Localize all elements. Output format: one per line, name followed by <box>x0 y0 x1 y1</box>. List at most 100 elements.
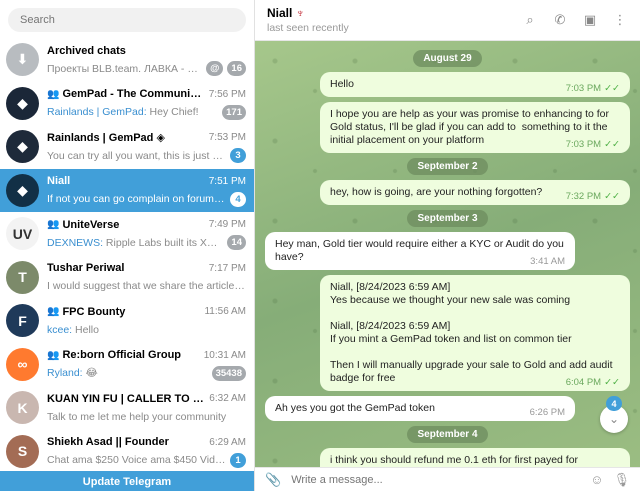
chat-item[interactable]: S Shiekh Asad || Founder 6:29 AM Chat ama $… <box>0 430 254 474</box>
chat-item-bottom-row: Проекты BLB.team. ЛАВКА - ВИТ... @16 <box>47 61 246 77</box>
unread-badge: 171 <box>222 104 246 120</box>
sidebar-toggle-icon[interactable]: ▣ <box>582 12 598 28</box>
chat-item[interactable]: ∞ 👥 Re:born Official Group 10:31 AM Ryland: … <box>0 343 254 387</box>
outgoing-message[interactable]: Niall, [8/24/2023 6:59 AM] Yes because w… <box>320 275 630 391</box>
chat-item[interactable]: ⬇ Archived chats Проекты BLB.team. ЛАВКА -… <box>0 38 254 82</box>
message-meta: 6:26 PM <box>530 406 565 419</box>
message-area[interactable]: August 29 Hello 7:03 PM ✓✓ I hope you are he… <box>255 41 640 467</box>
emoji-icon[interactable]: ☺ <box>590 472 603 487</box>
chat-item-body: 👥GemPad - The Community's Lau...7:56 PM R… <box>47 86 246 120</box>
chat-item-name: Rainlands | GemPad ◈ <box>47 132 165 145</box>
chat-item-time: 7:56 PM <box>208 88 246 100</box>
avatar: ◆ <box>6 86 39 120</box>
search-input[interactable] <box>8 8 246 32</box>
chat-item-top-row: 👥 Re:born Official Group 10:31 AM <box>47 347 246 363</box>
chat-item-body: Archived chats Проекты BLB.team. ЛАВКА - … <box>47 43 246 77</box>
chat-item[interactable]: K KUAN YIN FU | CALLER TO HEA... 6:32 AM Ta… <box>0 386 254 430</box>
composer: 📎 ☺ 🎙 <box>255 467 640 491</box>
outgoing-message[interactable]: Hello 7:03 PM ✓✓ <box>320 72 630 97</box>
chat-item-preview-text: Hey Chief! <box>146 106 199 119</box>
chat-item-sender: kcee: <box>47 323 73 336</box>
update-telegram-button[interactable]: Update Telegram <box>0 471 254 491</box>
chat-item-time: 10:31 AM <box>203 349 246 361</box>
chat-item-name: Tushar Periwal <box>47 262 125 275</box>
chat-item-preview-text: Ripple Labs built its XRP toke... <box>105 236 224 249</box>
chat-item-preview-text: Проекты BLB.team. ЛАВКА - ВИТ... <box>47 62 203 75</box>
message-text: hey, how is going, are your nothing forg… <box>330 186 543 198</box>
more-icon[interactable]: ⋮ <box>612 12 628 28</box>
unread-badge: 16 <box>227 61 246 77</box>
chat-item-name: FPC Bounty <box>62 305 126 318</box>
chat-item[interactable]: UV 👥 UniteVerse 7:49 PM DEXNEWS: Ripple Labs… <box>0 212 254 256</box>
chat-item-top-row: KUAN YIN FU | CALLER TO HEA... 6:32 AM <box>47 391 246 407</box>
chat-item-time: 7:51 PM <box>208 175 246 187</box>
message-text: Hello <box>330 78 354 90</box>
message-meta: 7:03 PM ✓✓ <box>566 138 620 151</box>
chat-item-bottom-row: kcee: Hello <box>47 322 246 338</box>
message-time: 7:03 PM <box>565 83 602 94</box>
chat-title: Niall ♆ <box>267 6 522 20</box>
chat-item-bottom-row: Chat ama $250 Voice ama $450 Video... 1 <box>47 452 246 468</box>
read-check-icon: ✓✓ <box>604 377 620 388</box>
attach-icon[interactable]: 📎 <box>265 472 281 488</box>
chat-item-name: KUAN YIN FU | CALLER TO HEA... <box>47 392 205 405</box>
avatar: ⬇ <box>6 43 39 77</box>
read-check-icon: ✓✓ <box>604 83 620 94</box>
chat-item[interactable]: ◆ Niall 7:51 PM If not you can go complain … <box>0 168 254 212</box>
chat-item-bottom-row: Ryland: 😂 35438 <box>47 365 246 381</box>
date-separator: August 29 <box>413 50 482 67</box>
chat-item-preview-text: You can try all you want, this is just s… <box>47 149 226 162</box>
chat-item-name: Niall <box>47 175 71 188</box>
microphone-icon[interactable]: 🎙 <box>613 472 630 488</box>
chat-item-bottom-row: Talk to me let me help your community <box>47 409 246 425</box>
scroll-down-button[interactable]: 4 ⌄ <box>600 396 628 433</box>
incoming-message[interactable]: Ah yes you got the GemPad token 6:26 PM <box>265 396 575 421</box>
chat-item[interactable]: ◆👥GemPad - The Community's Lau...7:56 PM… <box>0 82 254 126</box>
chat-item-bottom-row: If not you can go complain on forums an.… <box>47 191 246 207</box>
chat-item-preview-text: Talk to me let me help your community <box>47 410 227 423</box>
chat-item-name: Archived chats <box>47 44 126 57</box>
message-time: 7:32 PM <box>565 191 602 202</box>
telegram-app: ⬇ Archived chats Проекты BLB.team. ЛАВКА -… <box>0 0 640 491</box>
chat-header: Niall ♆ last seen recently ⌕ ✆ ▣ ⋮ <box>255 0 640 41</box>
chat-item[interactable]: T Tushar Periwal 7:17 PM I would suggest th… <box>0 256 254 300</box>
avatar: ◆ <box>6 173 39 207</box>
avatar: ∞ <box>6 347 39 381</box>
chat-item-preview-text: I would suggest that we share the articl… <box>47 280 246 293</box>
chat-item[interactable]: ◆ Rainlands | GemPad ◈ 7:53 PM You can try … <box>0 125 254 169</box>
search-icon[interactable]: ⌕ <box>522 12 538 28</box>
chat-item-bottom-row: DEXNEWS: Ripple Labs built its XRP toke.… <box>47 235 246 251</box>
group-icon: 👥 <box>47 349 60 361</box>
chat-item-bottom-row: I would suggest that we share the articl… <box>47 278 246 294</box>
avatar: T <box>6 260 39 294</box>
chat-item-sender: Ryland: <box>47 367 83 380</box>
chat-item-top-row: 👥GemPad - The Community's Lau...7:56 PM <box>47 86 246 102</box>
outgoing-message[interactable]: I hope you are help as your was promise … <box>320 102 630 153</box>
outgoing-message[interactable]: hey, how is going, are your nothing forg… <box>320 180 630 205</box>
message-meta: 7:03 PM ✓✓ <box>566 82 620 95</box>
chat-item-body: 👥 FPC Bounty 11:56 AM kcee: Hello <box>47 304 246 338</box>
read-check-icon: ✓✓ <box>604 191 620 202</box>
avatar: ◆ <box>6 130 39 164</box>
chat-item-time: 7:17 PM <box>208 262 246 274</box>
message-time: 7:03 PM <box>565 139 602 150</box>
chat-item[interactable]: F 👥 FPC Bounty 11:56 AM kcee: Hello <box>0 299 254 343</box>
chat-item-preview-text: Hello <box>72 323 99 336</box>
chat-item-name: GemPad - The Community's Lau... <box>62 88 205 101</box>
devil-emoji-icon: ♆ <box>295 6 305 20</box>
incoming-message[interactable]: Hey man, Gold tier would require either … <box>265 232 575 270</box>
outgoing-message[interactable]: i think you should refund me 0.1 eth for… <box>320 448 630 467</box>
chat-item-preview: Проекты BLB.team. ЛАВКА - ВИТ... <box>47 63 202 75</box>
chat-header-info[interactable]: Niall ♆ last seen recently <box>267 6 522 34</box>
chat-item-top-row: Rainlands | GemPad ◈ 7:53 PM <box>47 130 246 146</box>
phone-icon[interactable]: ✆ <box>552 12 568 28</box>
chat-item-top-row: Tushar Periwal 7:17 PM <box>47 260 246 276</box>
read-check-icon: ✓✓ <box>604 139 620 150</box>
chat-item-time: 6:32 AM <box>209 393 246 405</box>
message-text: Niall, [8/24/2023 6:59 AM] Yes because w… <box>330 281 613 384</box>
chat-item-preview-text: 😂 <box>82 367 98 380</box>
message-input[interactable] <box>291 473 581 486</box>
unread-badge: 1 <box>230 452 246 468</box>
chat-item-time: 7:53 PM <box>208 132 246 144</box>
chat-item-body: 👥 UniteVerse 7:49 PM DEXNEWS: Ripple Labs b… <box>47 217 246 251</box>
